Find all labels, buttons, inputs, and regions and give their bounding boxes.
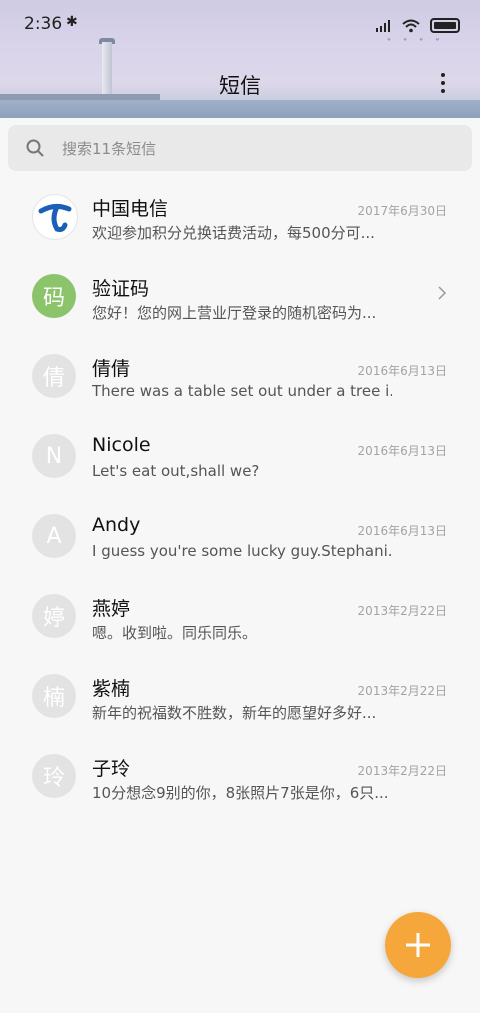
thread-name: 倩倩 bbox=[92, 358, 131, 380]
china-telecom-logo-icon bbox=[32, 194, 78, 240]
thread-date: 2013年2月22日 bbox=[357, 684, 447, 698]
thread-preview: 新年的祝福数不胜数，新年的愿望好多好... bbox=[92, 704, 377, 722]
thread-preview: 欢迎参加积分兑换话费活动，每500分可... bbox=[92, 224, 375, 242]
thread-row[interactable]: 中国电信 欢迎参加积分兑换话费活动，每500分可... 2017年6月30日 bbox=[0, 178, 480, 258]
thread-date: 2016年6月13日 bbox=[357, 444, 447, 458]
thread-avatar: 楠 bbox=[32, 674, 76, 718]
search-bar[interactable]: 搜索11条短信 bbox=[8, 125, 472, 171]
birds-decoration: ˅ ˅ ˅ ˅ bbox=[386, 38, 444, 49]
search-icon bbox=[26, 139, 44, 157]
thread-name: 燕婷 bbox=[92, 598, 131, 620]
bluetooth-icon: ✱ bbox=[66, 14, 78, 30]
thread-date: 2013年2月22日 bbox=[357, 764, 447, 778]
thread-name: 子玲 bbox=[92, 758, 131, 780]
thread-preview: 10分想念9别的你，8张照片7张是你，6只... bbox=[92, 784, 389, 802]
thread-name: 中国电信 bbox=[92, 198, 169, 220]
status-icons bbox=[376, 18, 460, 33]
thread-name: 紫楠 bbox=[92, 678, 131, 700]
thread-preview: There was a table set out under a tree i… bbox=[92, 382, 392, 400]
thread-row[interactable]: N Nicole Let's eat out,shall we? 2016年6月… bbox=[0, 418, 480, 498]
thread-avatar: 玲 bbox=[32, 754, 76, 798]
battery-icon bbox=[430, 18, 460, 33]
search-placeholder: 搜索11条短信 bbox=[62, 140, 157, 158]
plus-icon bbox=[406, 933, 430, 957]
page-title: 短信 bbox=[219, 74, 261, 98]
thread-avatar: 婷 bbox=[32, 594, 76, 638]
thread-name: Andy bbox=[92, 514, 141, 536]
thread-row[interactable]: 楠 紫楠 新年的祝福数不胜数，新年的愿望好多好... 2013年2月22日 bbox=[0, 658, 480, 738]
thread-preview: Let's eat out,shall we? bbox=[92, 462, 260, 480]
status-bar: 2:36 ✱ bbox=[24, 14, 460, 38]
more-menu-icon[interactable] bbox=[440, 73, 446, 95]
thread-avatar: 倩 bbox=[32, 354, 76, 398]
sea bbox=[0, 100, 480, 118]
new-message-button[interactable] bbox=[385, 912, 451, 978]
signal-icon bbox=[376, 19, 390, 32]
thread-date: 2016年6月13日 bbox=[357, 524, 447, 538]
thread-name: 验证码 bbox=[92, 278, 150, 300]
thread-avatar: N bbox=[32, 434, 76, 478]
thread-date: 2016年6月13日 bbox=[357, 364, 447, 378]
thread-preview: I guess you're some lucky guy.Stephani..… bbox=[92, 542, 392, 560]
thread-row[interactable]: 倩 倩倩 There was a table set out under a t… bbox=[0, 338, 480, 418]
thread-row[interactable]: 码 验证码 您好！您的网上营业厅登录的随机密码为... bbox=[0, 258, 480, 338]
thread-name: Nicole bbox=[92, 434, 151, 456]
chevron-right-icon bbox=[438, 286, 447, 300]
wifi-icon bbox=[402, 19, 420, 32]
thread-row[interactable]: A Andy I guess you're some lucky guy.Ste… bbox=[0, 498, 480, 578]
thread-avatar: A bbox=[32, 514, 76, 558]
thread-list: 中国电信 欢迎参加积分兑换话费活动，每500分可... 2017年6月30日 码… bbox=[0, 178, 480, 818]
thread-preview: 您好！您的网上营业厅登录的随机密码为... bbox=[92, 304, 377, 322]
thread-preview: 嗯。收到啦。同乐同乐。 bbox=[92, 624, 258, 642]
thread-date: 2013年2月22日 bbox=[357, 604, 447, 618]
thread-row[interactable]: 玲 子玲 10分想念9别的你，8张照片7张是你，6只... 2013年2月22日 bbox=[0, 738, 480, 818]
header: ˅ ˅ ˅ ˅ 2:36 ✱ 短信 bbox=[0, 0, 480, 118]
thread-date: 2017年6月30日 bbox=[357, 204, 447, 218]
thread-row[interactable]: 婷 燕婷 嗯。收到啦。同乐同乐。 2013年2月22日 bbox=[0, 578, 480, 658]
status-time: 2:36 bbox=[24, 14, 63, 34]
thread-avatar: 码 bbox=[32, 274, 76, 318]
